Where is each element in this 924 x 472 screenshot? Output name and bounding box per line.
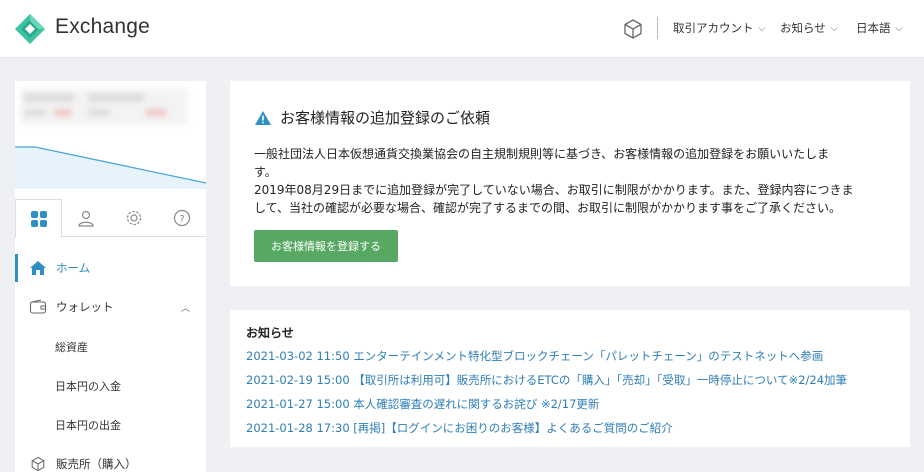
registration-notice-card: お客様情報の追加登録のご依頼 一般社団法人日本仮想通貨交換業協会の自主規制規則等… xyxy=(230,81,910,286)
notice-title-text: お客様情報の追加登録のご依頼 xyxy=(280,109,491,127)
register-info-button[interactable]: お客様情報を登録する xyxy=(254,230,398,262)
sidebar-item-home-label: ホーム xyxy=(56,261,91,275)
chevron-down-icon: ⌵ xyxy=(895,24,903,34)
grid-icon xyxy=(30,210,47,227)
nav-language[interactable]: 日本語 ⌵ xyxy=(856,20,902,36)
chevron-down-icon: ⌵ xyxy=(758,24,766,34)
notice-body-line: す。 xyxy=(254,165,277,179)
notice-body: 一般社団法人日本仮想通貨交換業協会の自主規制規則等に基づき、お客様情報の追加登録… xyxy=(254,145,894,217)
sidebar-item-buy-label: 販売所（購入） xyxy=(56,457,137,471)
svg-text:?: ? xyxy=(179,214,184,225)
notice-body-line: 一般社団法人日本仮想通貨交換業協会の自主規制規則等に基づき、お客様情報の追加登録… xyxy=(254,147,830,161)
chevron-up-icon[interactable]: ︿ xyxy=(181,301,190,314)
nav-notices-label: お知らせ xyxy=(780,21,826,35)
sidebar-subitem-jpy-deposit[interactable]: 日本円の入金 xyxy=(55,378,121,394)
news-title: お知らせ xyxy=(246,326,294,340)
sidebar-subitem-jpy-withdraw[interactable]: 日本円の出金 xyxy=(55,417,121,433)
tab-dashboard[interactable] xyxy=(15,199,62,238)
nav-trading-account-label: 取引アカウント xyxy=(673,21,754,35)
notice-title: お客様情報の追加登録のご依頼 xyxy=(254,107,490,128)
notice-body-line: して、当社の確認が必要な場合、確認が完了するまでの間、お取引に制限がかかります事… xyxy=(254,201,842,215)
home-icon xyxy=(28,258,48,278)
news-link[interactable]: 2021-03-02 11:50 エンターテインメント特化型ブロックチェーン「パ… xyxy=(246,348,823,364)
tab-profile[interactable] xyxy=(62,199,109,237)
news-link[interactable]: 2021-02-19 15:00 【取引所は利用可】販売所におけるETCの「購入… xyxy=(246,372,847,388)
user-icon xyxy=(77,210,94,227)
news-card: お知らせ 2021-03-02 11:50 エンターテインメント特化型ブロックチ… xyxy=(230,310,910,447)
nav-language-label: 日本語 xyxy=(856,21,891,35)
warning-icon xyxy=(255,110,271,125)
exchange-logo-icon[interactable] xyxy=(14,13,46,45)
sidebar: ? ホーム ウォレット ︿ 総資産 日本円の入金 日本円の出金 販売所（購入） xyxy=(15,81,206,472)
cube-icon[interactable] xyxy=(622,18,644,40)
nav-trading-account[interactable]: 取引アカウント ⌵ xyxy=(673,20,765,36)
top-header: Exchange 取引アカウント ⌵ お知らせ ⌵ 日本語 ⌵ xyxy=(0,0,924,58)
gear-icon xyxy=(126,210,141,226)
news-link[interactable]: 2021-01-27 15:00 本人確認審査の遅れに関するお詫び ※2/17更… xyxy=(246,396,599,412)
tab-help[interactable]: ? xyxy=(158,199,205,237)
news-link[interactable]: 2021-01-28 17:30 [再掲]【ログインにお困りのお客様】よくあるご… xyxy=(246,420,673,436)
sidebar-item-buy[interactable]: 販売所（購入） xyxy=(15,450,206,472)
balance-sparkline xyxy=(15,146,206,189)
header-divider xyxy=(657,17,658,39)
brand-name[interactable]: Exchange xyxy=(55,15,150,39)
chevron-down-icon: ⌵ xyxy=(830,24,838,34)
sidebar-subitem-total-assets[interactable]: 総資産 xyxy=(55,339,88,355)
nav-notices[interactable]: お知らせ ⌵ xyxy=(780,20,838,36)
wallet-icon xyxy=(28,297,48,317)
tab-settings[interactable] xyxy=(110,199,157,237)
account-summary-blurred xyxy=(20,89,188,125)
notice-body-line: 2019年08月29日までに追加登録が完了していない場合、お取引に制限がかかりま… xyxy=(254,183,854,197)
sidebar-item-home[interactable]: ホーム xyxy=(15,254,206,282)
cube-icon xyxy=(28,454,48,472)
sidebar-icon-tabs: ? xyxy=(15,199,206,238)
question-icon: ? xyxy=(173,209,190,227)
sidebar-item-wallet-label: ウォレット xyxy=(56,300,114,314)
sidebar-item-wallet[interactable]: ウォレット ︿ xyxy=(15,293,206,321)
